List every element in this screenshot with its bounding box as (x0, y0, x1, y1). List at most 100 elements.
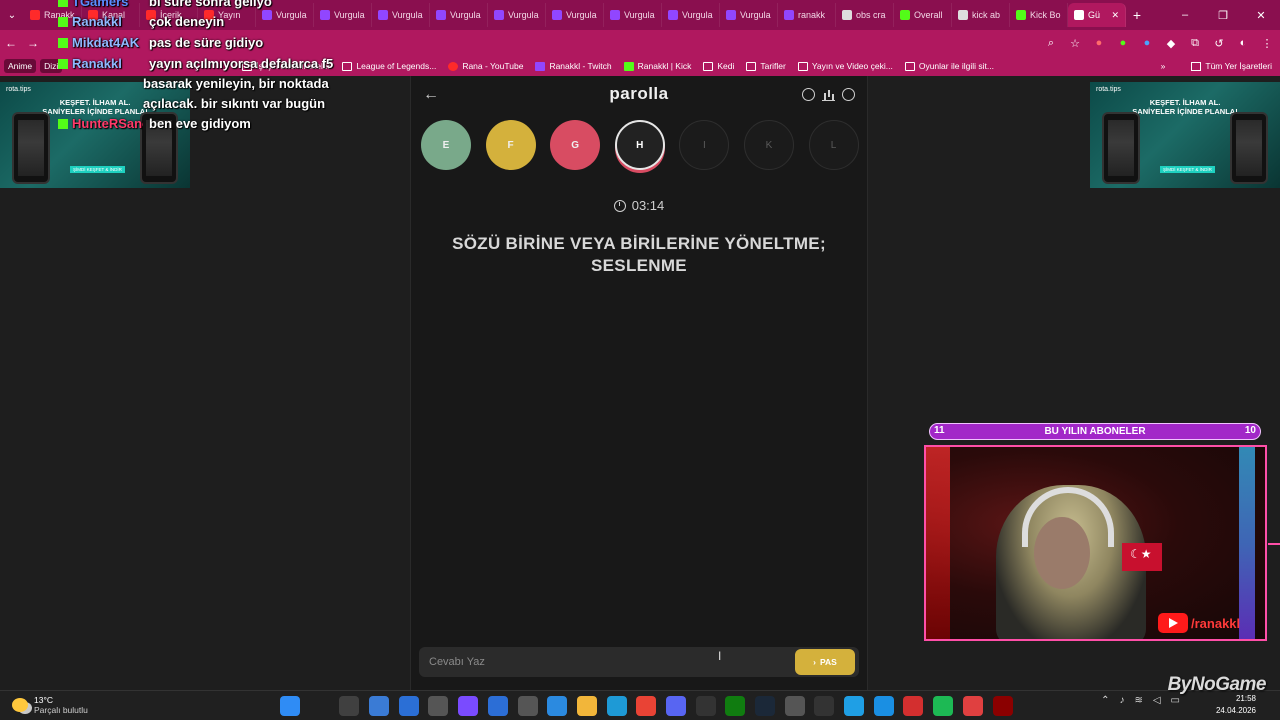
spotify-icon[interactable] (933, 696, 954, 716)
photos-icon[interactable] (547, 696, 568, 716)
maximize-button[interactable]: ❐ (1204, 9, 1242, 22)
battery-icon[interactable]: ▭ (1171, 695, 1180, 706)
browser-tab[interactable]: kick ab (952, 3, 1010, 27)
bookmark-item[interactable]: Kedi (703, 61, 734, 71)
app-3d-icon[interactable] (428, 696, 449, 716)
tab-favicon-icon (436, 10, 446, 20)
star-icon[interactable]: ☆ (1068, 36, 1082, 50)
game-panel: ← parolla EFGHIKL 03:14 SÖZÜ BİRİNE VEYA… (410, 76, 868, 690)
ad-banner-right[interactable]: rota.tips KEŞFET. İLHAM AL. SANİYELER İÇ… (1090, 82, 1280, 188)
app-icon[interactable] (369, 696, 390, 716)
search-icon[interactable] (309, 696, 330, 716)
browser-tab[interactable]: Vurgula (430, 3, 488, 27)
tab-label: Gü (1088, 10, 1101, 20)
bookmark-item[interactable]: Rana - YouTube (448, 61, 523, 71)
browser-tab[interactable]: Gü ✕ (1068, 3, 1126, 27)
browser-tab[interactable]: Vurgula (604, 3, 662, 27)
chevron-up-icon[interactable]: ⌃ (1101, 695, 1109, 706)
obs-icon[interactable] (695, 696, 716, 716)
steam-icon[interactable] (755, 696, 775, 716)
discord-icon[interactable] (665, 696, 686, 716)
letter-l-pending: L (808, 120, 859, 170)
weather-widget[interactable]: 13°C Parçalı bulutlu (12, 695, 88, 715)
timer: 03:14 (411, 198, 867, 213)
wifi-icon[interactable]: ≋ (1134, 695, 1142, 706)
pass-button[interactable]: › PAS (795, 649, 855, 675)
task-view-icon[interactable] (339, 696, 360, 716)
extension-icon[interactable]: ● (1116, 36, 1130, 50)
edge-icon[interactable] (606, 696, 627, 716)
subscriber-bar: 11 BU YILIN ABONELER 10 (929, 423, 1261, 440)
blue-light (1239, 447, 1255, 639)
mic-icon[interactable]: ♪ (1119, 695, 1124, 706)
account-icon[interactable] (842, 88, 855, 101)
ad-phone-image (1102, 112, 1140, 184)
browser-tab[interactable]: Overall (894, 3, 952, 27)
battle-net-icon[interactable] (844, 696, 865, 716)
letter-i-pending: I (679, 120, 730, 170)
answer-input[interactable] (419, 647, 789, 677)
chat-overlay: TGamers bi süre sonra geliyo Ranakkl çok de… (0, 0, 360, 140)
bookmark-item[interactable]: Ranakkl | Kick (623, 61, 691, 71)
kick-badge-icon (58, 119, 68, 129)
letter-f-pass: F (485, 120, 536, 170)
youtube-icon (448, 61, 459, 71)
menu-icon[interactable]: ⋮ (1260, 36, 1274, 50)
chrome-icon[interactable] (636, 696, 657, 716)
browser-tab[interactable]: Kick Bo (1010, 3, 1068, 27)
chat-message: Ranakkl çok deneyin (58, 14, 224, 29)
stats-icon[interactable] (822, 88, 835, 101)
chat-text: çok deneyin (149, 14, 225, 29)
bookmark-item[interactable]: Yayın ve Video çeki... (797, 61, 893, 71)
mail-icon[interactable] (398, 696, 419, 716)
profile-icon[interactable]: ◐ (1236, 36, 1250, 50)
app-dark-icon[interactable] (992, 696, 1013, 716)
browser-tab[interactable]: Vurgula (372, 3, 430, 27)
copilot-icon[interactable] (458, 696, 479, 716)
game-icon[interactable] (962, 696, 983, 716)
app-ring-icon[interactable] (784, 696, 805, 716)
extension-icon[interactable]: ● (1140, 36, 1154, 50)
browser-tab[interactable]: Vurgula (662, 3, 720, 27)
app-blue-icon[interactable] (873, 696, 894, 716)
puzzle-icon[interactable]: ⧉ (1188, 36, 1202, 50)
bookmark-item[interactable]: Oyunlar ile ilgili sit... (904, 61, 994, 71)
tab-favicon-icon (726, 10, 736, 20)
zoom-icon[interactable]: ⌕ (1044, 36, 1058, 50)
tab-favicon-icon (784, 10, 794, 20)
browser-tab[interactable]: Vurgula (488, 3, 546, 27)
date: 24.04.2026 (1215, 706, 1256, 715)
extension-icon[interactable]: ◆ (1164, 36, 1178, 50)
windows-icon[interactable] (280, 696, 300, 716)
chat-username: TGamers (72, 0, 129, 9)
browser-tab[interactable]: Vurgula (720, 3, 778, 27)
tab-favicon-icon (378, 10, 388, 20)
clock[interactable]: 21:58 24.04.2026 (1216, 693, 1256, 717)
extension-icon[interactable]: ● (1092, 36, 1106, 50)
folder-icon[interactable] (576, 696, 597, 716)
tab-close-icon[interactable]: ✕ (1111, 10, 1119, 21)
browser-tab[interactable]: obs cra (836, 3, 894, 27)
epic-icon[interactable] (814, 696, 835, 716)
volume-icon[interactable]: ◁ (1153, 695, 1161, 706)
taskbar: 13°C Parçalı bulutlu ⌃ ♪ ≋ ◁ ▭ 21:58 24.… (0, 690, 1280, 720)
info-icon[interactable] (802, 88, 815, 101)
minimize-button[interactable]: – (1166, 9, 1204, 21)
tab-label: Vurgula (740, 10, 771, 20)
new-tab-button[interactable]: + (1126, 7, 1148, 23)
xbox-icon[interactable] (725, 696, 746, 716)
settings-icon[interactable] (517, 696, 538, 716)
bookmark-item[interactable]: Ranakkl - Twitch (535, 61, 612, 71)
bookmarks-more-icon[interactable]: » (1161, 61, 1166, 71)
history-icon[interactable]: ↺ (1212, 36, 1226, 50)
close-window-button[interactable]: ✕ (1242, 9, 1280, 22)
browser-tab[interactable]: Vurgula (546, 3, 604, 27)
bookmark-label: Yayın ve Video çeki... (811, 61, 893, 71)
browser-tab[interactable]: ranakk (778, 3, 836, 27)
store-icon[interactable] (487, 696, 508, 716)
all-bookmarks[interactable]: » Tüm Yer İşaretleri (1161, 61, 1272, 71)
bookmark-item[interactable]: Tarifler (746, 61, 786, 71)
bookmark-label: Tarifler (760, 61, 786, 71)
webcam-feed: /ranakkl (924, 445, 1267, 641)
app-red-icon[interactable] (903, 696, 924, 716)
